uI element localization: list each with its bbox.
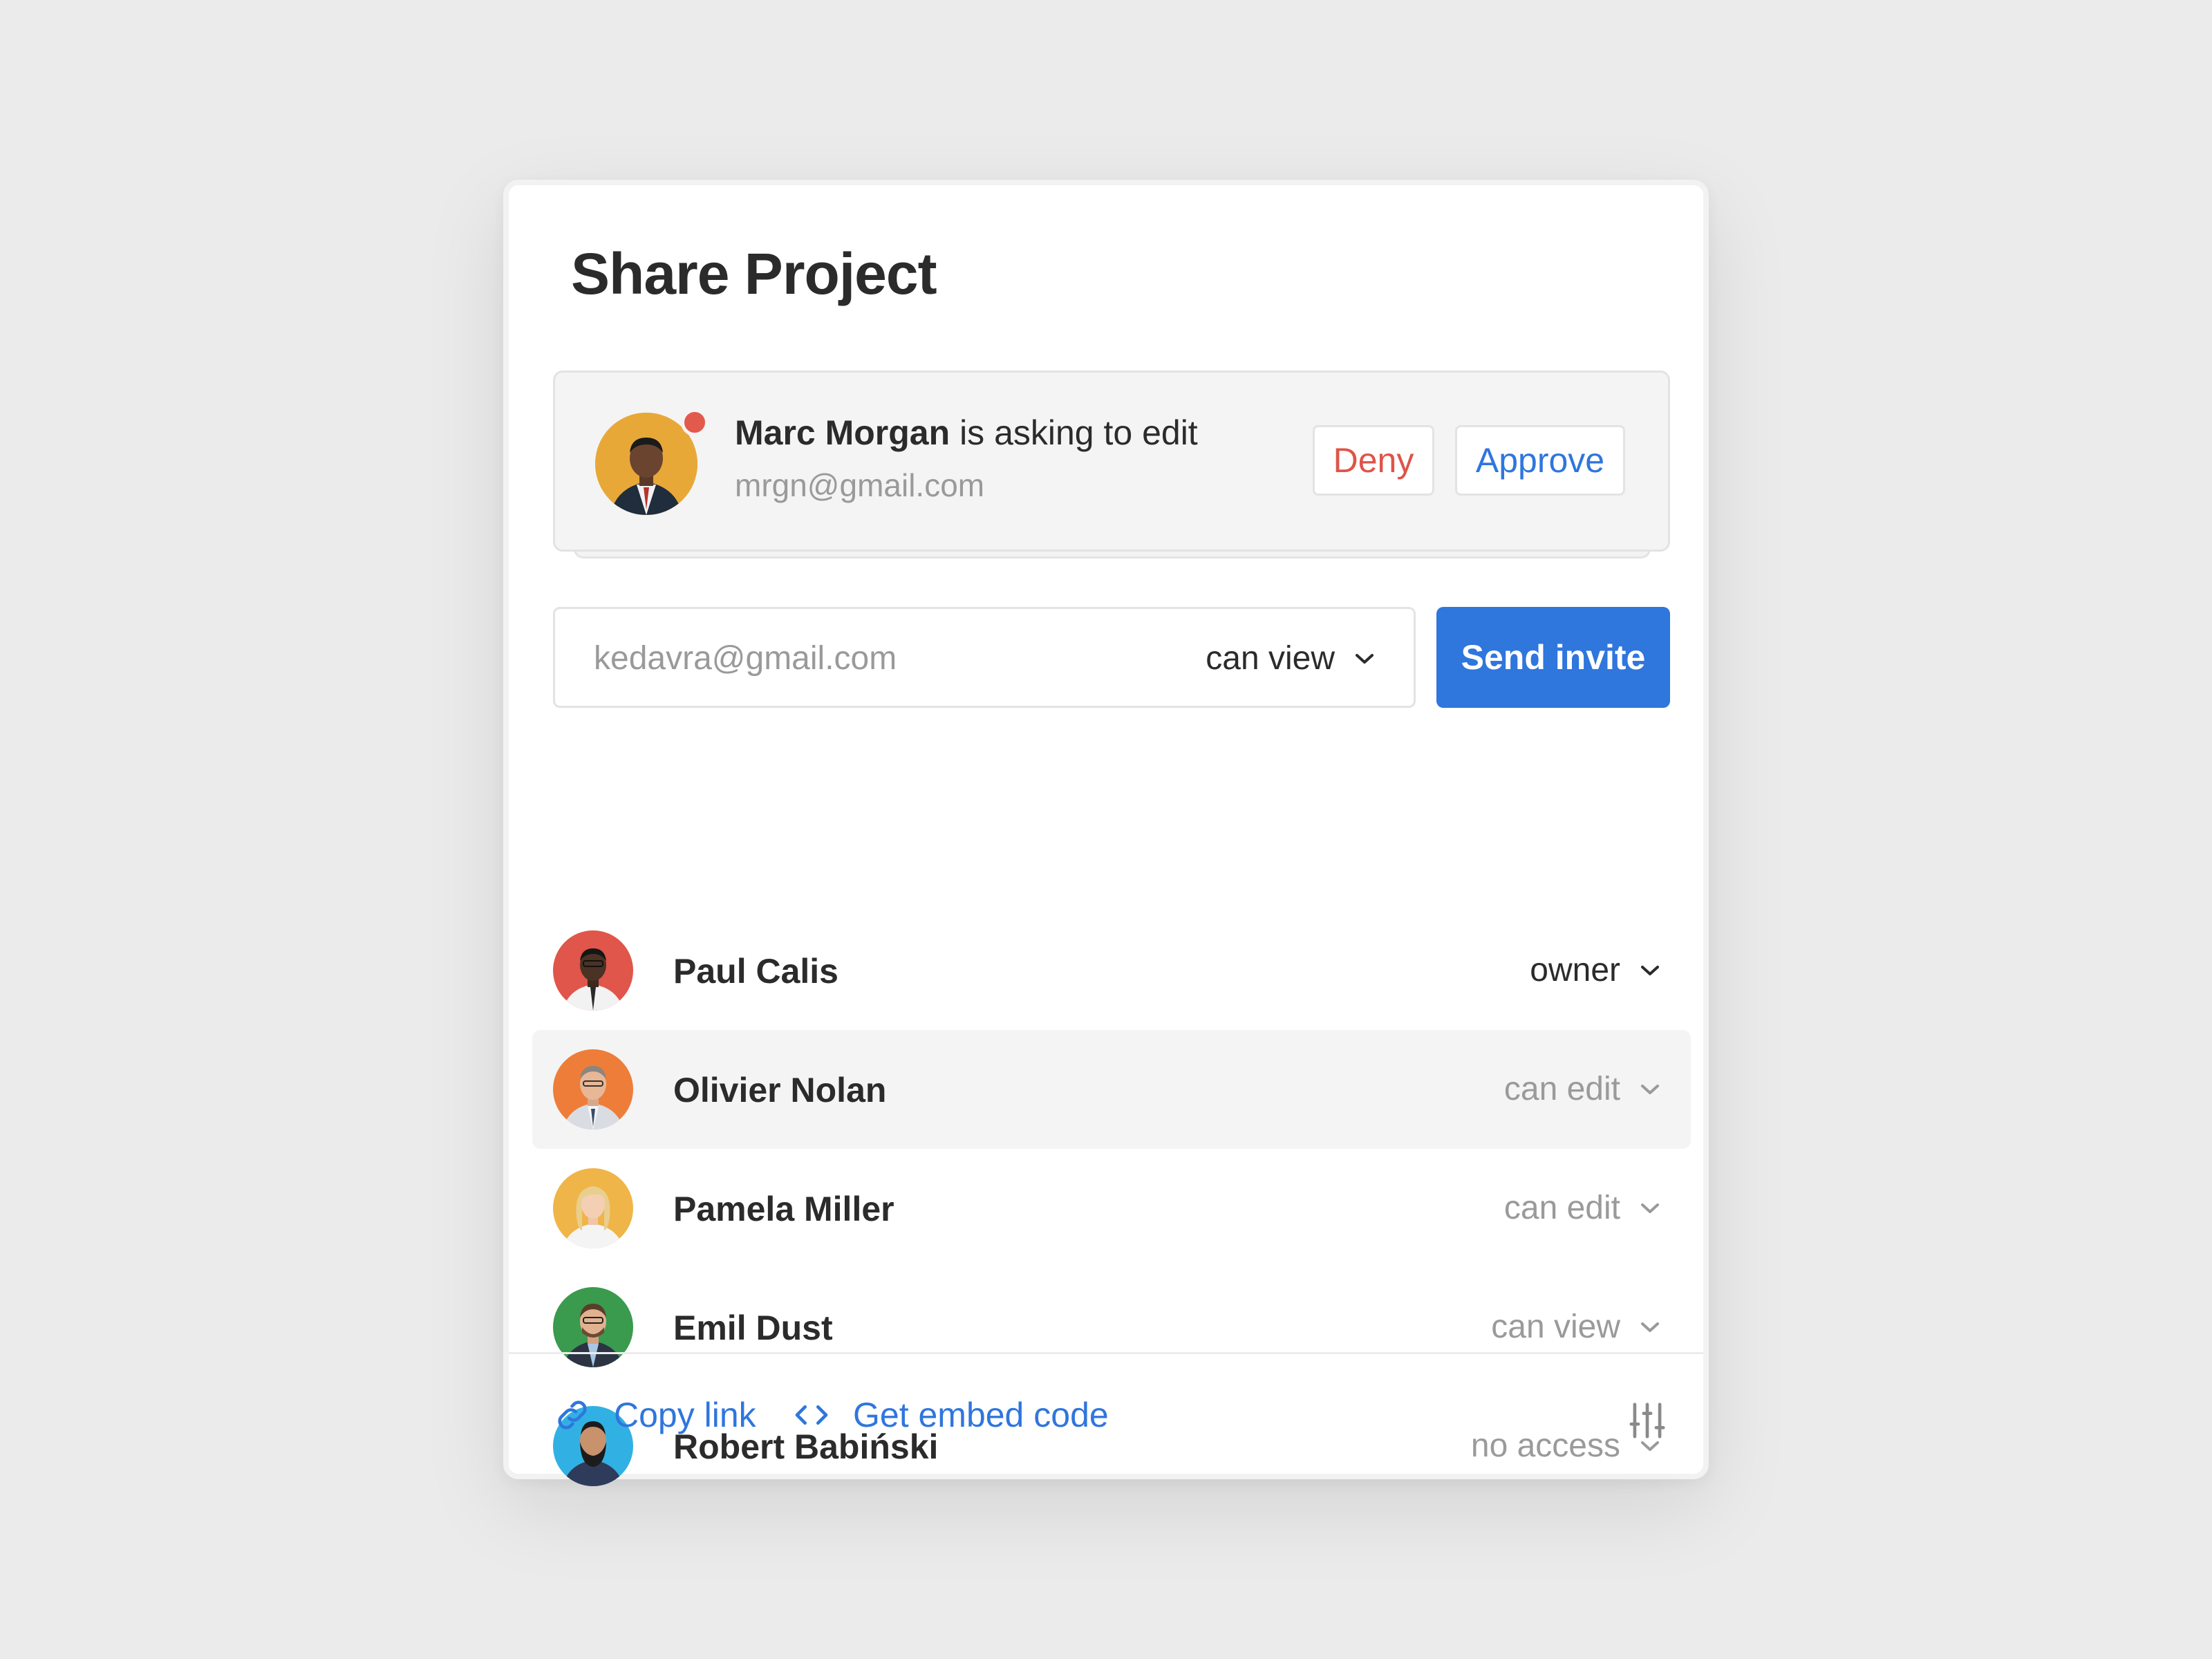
member-name: Pamela Miller: [673, 1190, 894, 1228]
member-row: Emil Dust can view: [532, 1268, 1691, 1387]
request-message: is asking to edit: [950, 413, 1198, 452]
requester-name: Marc Morgan: [735, 413, 950, 452]
invite-field: kedavra@gmail.com can view: [553, 607, 1416, 708]
chevron-down-icon: [1641, 1322, 1659, 1332]
share-dialog: Share Project Marc Morgan is asking to e…: [503, 180, 1709, 1486]
request-text: Marc Morgan is asking to edit: [735, 413, 1198, 453]
member-name: Olivier Nolan: [673, 1071, 887, 1109]
sliders-icon[interactable]: [1626, 1399, 1669, 1442]
approve-button[interactable]: Approve: [1455, 425, 1625, 496]
footer-divider: [509, 1352, 1703, 1354]
permission-select[interactable]: can view: [1491, 1308, 1660, 1346]
invite-permission-label: can view: [1206, 640, 1335, 677]
chevron-down-icon: [1641, 1203, 1659, 1213]
invite-email-input[interactable]: kedavra@gmail.com: [594, 639, 897, 677]
member-name: Paul Calis: [673, 952, 838, 991]
permission-label: no access: [1470, 1427, 1620, 1464]
send-invite-button[interactable]: Send invite: [1436, 607, 1670, 708]
permission-label: can edit: [1503, 1071, 1620, 1107]
embed-code-label: Get embed code: [853, 1396, 1109, 1434]
access-request-card: Marc Morgan is asking to edit mrgn@gmail…: [553, 371, 1670, 552]
member-row: Olivier Nolan can edit: [532, 1030, 1691, 1149]
chevron-down-icon: [1356, 653, 1374, 664]
code-icon: [795, 1405, 828, 1425]
permission-label: can edit: [1503, 1190, 1620, 1226]
member-name: Emil Dust: [673, 1309, 833, 1347]
invite-permission-select[interactable]: can view: [1206, 639, 1375, 677]
permission-label: owner: [1530, 952, 1620, 988]
deny-button[interactable]: Deny: [1313, 425, 1434, 496]
copy-link-label: Copy link: [614, 1396, 756, 1434]
copy-link-button[interactable]: Copy link: [553, 1395, 756, 1435]
member-row: Paul Calis owner: [532, 911, 1691, 1030]
chevron-down-icon: [1641, 1084, 1659, 1094]
notification-dot: [681, 409, 709, 436]
get-embed-code-button[interactable]: Get embed code: [792, 1395, 1109, 1435]
permission-label: can view: [1491, 1309, 1620, 1345]
avatar: [553, 930, 633, 1011]
member-row: Pamela Miller can edit: [532, 1149, 1691, 1268]
permission-select[interactable]: owner: [1530, 951, 1660, 989]
avatar: [553, 1049, 633, 1130]
requester-email: mrgn@gmail.com: [735, 467, 985, 503]
dialog-title: Share Project: [571, 241, 937, 306]
avatar: [553, 1168, 633, 1248]
permission-select[interactable]: can edit: [1504, 1070, 1660, 1108]
chevron-down-icon: [1641, 965, 1659, 975]
avatar: [553, 1287, 633, 1367]
link-icon: [558, 1400, 587, 1430]
permission-select[interactable]: can edit: [1504, 1189, 1660, 1227]
